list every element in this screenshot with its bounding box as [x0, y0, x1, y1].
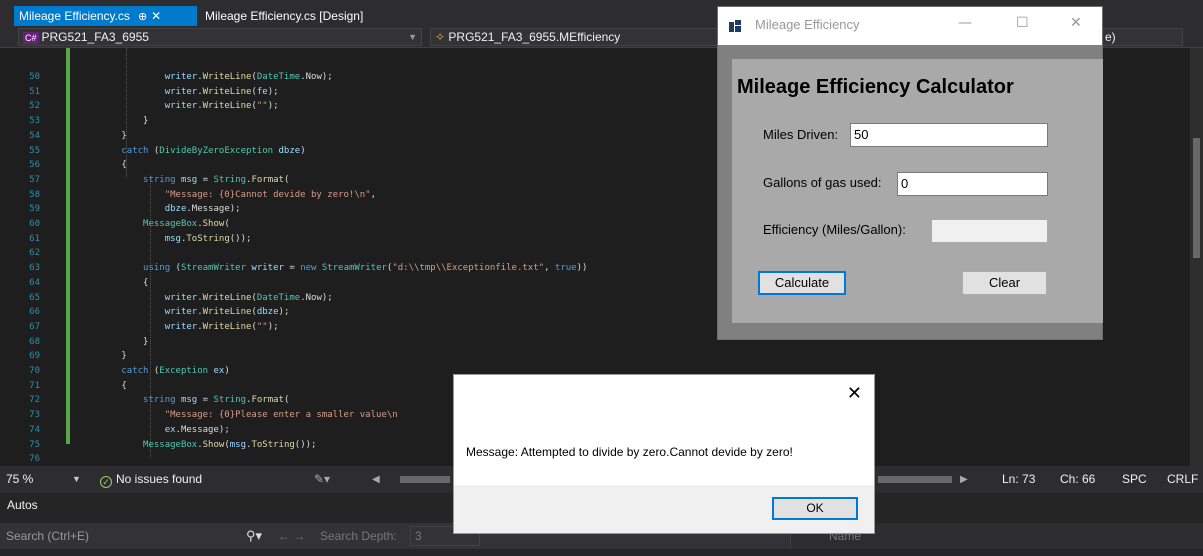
member-name: e): [1105, 30, 1116, 44]
code-line: string msg = String.Format(: [143, 395, 290, 406]
search-depth-label: Search Depth:: [320, 529, 397, 543]
code-line: {: [78, 277, 149, 288]
code-line: string msg = String.Format(: [143, 174, 290, 185]
tab-mileage-efficiency-design[interactable]: Mileage Efficiency.cs [Design]: [200, 6, 368, 26]
search-input[interactable]: Search (Ctrl+E): [6, 529, 89, 543]
type-dropdown[interactable]: ✧ PRG521_FA3_6955.MEfficiency: [430, 28, 720, 46]
search-icon[interactable]: ⚲▾: [246, 523, 262, 549]
ok-button[interactable]: OK: [772, 497, 858, 520]
calculate-button[interactable]: Calculate: [758, 271, 846, 295]
code-line: writer.WriteLine("");: [164, 101, 279, 112]
char-indicator: Ch: 66: [1060, 472, 1096, 486]
efficiency-label: Efficiency (Miles/Gallon):: [763, 222, 906, 237]
dialog-footer: OK: [454, 485, 874, 533]
visual-studio-screen: Mileage Efficiency.cs ⊕ ✕ Mileage Efficien…: [0, 0, 1203, 556]
zoom-level[interactable]: 75 %: [6, 466, 33, 493]
issues-text: No issues found: [116, 472, 203, 486]
miles-driven-field[interactable]: 50: [850, 123, 1048, 147]
class-icon: ✧: [435, 30, 446, 44]
pin-icon[interactable]: ⊕: [138, 11, 147, 23]
scroll-right-icon[interactable]: ▶: [960, 466, 968, 493]
form-heading: Mileage Efficiency Calculator: [737, 76, 1014, 98]
code-line: catch (DivideByZeroException dbze): [121, 145, 306, 156]
gallons-field[interactable]: 0: [897, 172, 1048, 196]
scrollbar-thumb[interactable]: [1193, 138, 1200, 258]
class-path: PRG521_FA3_6955.MEfficiency: [448, 30, 621, 44]
app-icon: [729, 20, 741, 32]
code-line: }: [78, 336, 149, 347]
code-line: using (StreamWriter writer = new StreamW…: [143, 263, 588, 274]
code-line: }: [78, 351, 127, 362]
code-line: MessageBox.Show(: [143, 219, 230, 229]
horizontal-scroll-thumb[interactable]: [878, 476, 952, 483]
code-line: "Message: {0}Cannot devide by zero!\n",: [164, 189, 377, 200]
check-icon: ✓: [100, 476, 112, 488]
code-line: writer.WriteLine(fe);: [164, 86, 279, 97]
chevron-down-icon: ▼: [408, 32, 417, 42]
navigate-arrows-icon[interactable]: ← →: [278, 523, 305, 549]
close-tab-icon[interactable]: ✕: [151, 9, 161, 23]
maximize-icon[interactable]: ☐: [1016, 15, 1029, 31]
code-line: {: [78, 160, 127, 171]
project-name: PRG521_FA3_6955: [41, 30, 149, 44]
issues-indicator[interactable]: ✓ No issues found: [100, 466, 202, 493]
window-title: Mileage Efficiency: [755, 17, 860, 32]
project-dropdown[interactable]: C# PRG521_FA3_6955 ▼: [18, 28, 422, 46]
tab-label: Mileage Efficiency.cs: [19, 9, 130, 23]
message-text: Message: Attempted to divide by zero.Can…: [466, 445, 793, 459]
message-box-dialog: ✕ Message: Attempted to divide by zero.C…: [453, 374, 875, 534]
form-client-area: Mileage Efficiency Calculator Miles Driv…: [732, 59, 1103, 323]
code-line: writer.WriteLine(DateTime.Now);: [164, 72, 333, 82]
whitespace-indicator[interactable]: SPC: [1122, 466, 1147, 493]
minimize-icon[interactable]: —: [958, 15, 972, 31]
autos-title: Autos: [7, 498, 38, 512]
code-line: ex.Message);: [164, 424, 230, 435]
efficiency-output: [931, 219, 1048, 243]
chevron-down-icon[interactable]: ▼: [72, 466, 81, 493]
code-line: catch (Exception ex): [121, 366, 230, 376]
code-line: }: [78, 116, 149, 127]
code-line: dbze.Message);: [164, 204, 241, 215]
code-line: "Message: {0}Please enter a smaller valu…: [164, 410, 398, 421]
editor-vertical-scrollbar[interactable]: [1190, 48, 1203, 468]
clear-button[interactable]: Clear: [962, 271, 1047, 295]
tab-mileage-efficiency-cs[interactable]: Mileage Efficiency.cs ⊕ ✕: [14, 6, 197, 26]
code-line: writer.WriteLine(dbze);: [164, 307, 290, 318]
code-line: MessageBox.Show(msg.ToString());: [143, 439, 317, 450]
mileage-efficiency-window: Mileage Efficiency — ☐ ✕ Mileage Efficie…: [717, 6, 1103, 340]
code-line: }: [78, 130, 127, 141]
code-line: writer.WriteLine(DateTime.Now);: [164, 292, 333, 303]
tab-label: Mileage Efficiency.cs [Design]: [205, 9, 364, 23]
gallons-label: Gallons of gas used:: [763, 175, 882, 190]
code-line: {: [78, 380, 127, 391]
window-titlebar[interactable]: Mileage Efficiency — ☐ ✕: [718, 7, 1102, 45]
csharp-project-icon: C#: [23, 32, 39, 44]
brush-icon[interactable]: ✎▾: [314, 466, 330, 493]
scroll-left-icon[interactable]: ◀: [372, 466, 380, 493]
member-dropdown[interactable]: e): [1100, 28, 1183, 46]
close-icon[interactable]: ✕: [1070, 15, 1082, 31]
close-icon[interactable]: ✕: [847, 383, 862, 404]
horizontal-scroll-thumb[interactable]: [400, 476, 450, 483]
code-line: writer.WriteLine("");: [164, 321, 279, 332]
line-indicator: Ln: 73: [1002, 472, 1036, 486]
line-ending-indicator[interactable]: CRLF: [1167, 466, 1198, 493]
miles-driven-label: Miles Driven:: [763, 127, 839, 142]
code-line: msg.ToString());: [164, 233, 252, 244]
